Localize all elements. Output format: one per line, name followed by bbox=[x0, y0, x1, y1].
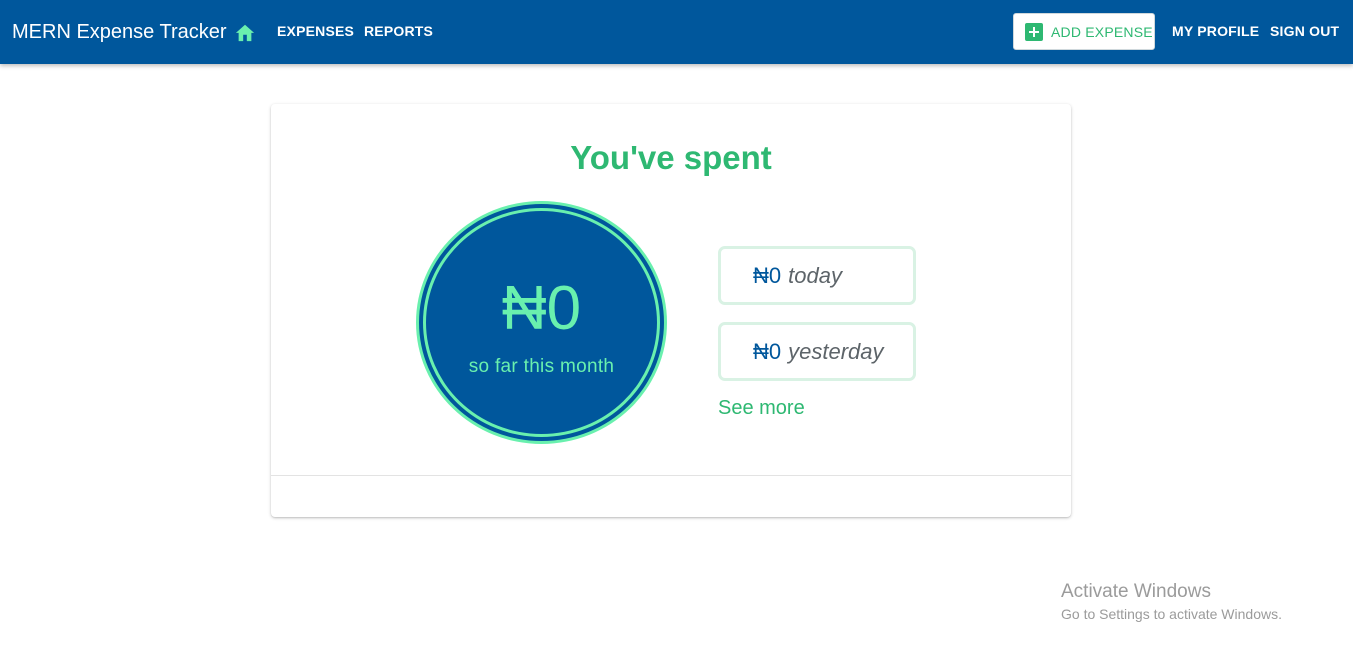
yesterday-spent-box: ₦0 yesterday bbox=[718, 322, 916, 381]
nav-expenses[interactable]: EXPENSES bbox=[277, 22, 354, 40]
card-divider bbox=[271, 475, 1071, 476]
nav-my-profile[interactable]: MY PROFILE bbox=[1172, 22, 1259, 40]
month-total-circle: ₦0 so far this month bbox=[416, 201, 667, 444]
card-title: You've spent bbox=[570, 139, 772, 176]
month-total-amount: ₦0 bbox=[501, 274, 582, 343]
app-bar: MERN Expense Tracker EXPENSES REPORTS AD… bbox=[0, 0, 1353, 64]
add-box-icon bbox=[1025, 22, 1043, 41]
see-more-link[interactable]: See more bbox=[718, 396, 805, 420]
yesterday-label: yesterday bbox=[788, 338, 884, 364]
watermark-title: Activate Windows bbox=[1061, 581, 1211, 602]
nav-reports[interactable]: REPORTS bbox=[364, 22, 433, 40]
windows-activation-watermark: Activate Windows Go to Settings to activ… bbox=[1061, 580, 1282, 625]
spending-summary-card: You've spent ₦0 so far this month ₦0 tod… bbox=[271, 104, 1071, 517]
home-button[interactable] bbox=[231, 19, 259, 45]
today-label: today bbox=[788, 262, 842, 288]
month-total-label: so far this month bbox=[468, 356, 615, 377]
add-expense-button[interactable]: ADD EXPENSE bbox=[1013, 13, 1155, 50]
yesterday-amount: ₦0 bbox=[753, 338, 782, 364]
today-spent-box: ₦0 today bbox=[718, 246, 916, 305]
home-icon bbox=[235, 24, 255, 42]
nav-sign-out[interactable]: SIGN OUT bbox=[1270, 22, 1339, 40]
app-title: MERN Expense Tracker bbox=[12, 21, 227, 43]
today-amount: ₦0 bbox=[753, 262, 782, 288]
watermark-subtitle: Go to Settings to activate Windows. bbox=[1061, 606, 1282, 622]
add-expense-label: ADD EXPENSE bbox=[1051, 23, 1153, 40]
